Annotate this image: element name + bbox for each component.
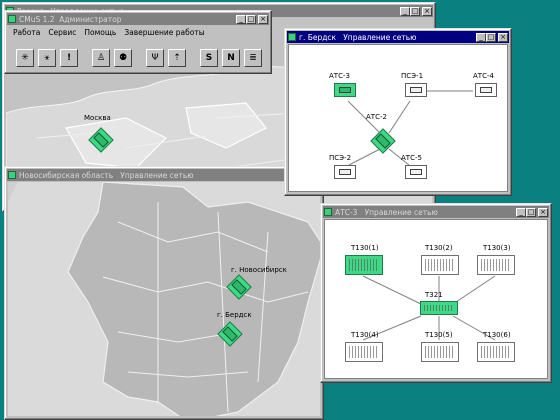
close-button[interactable]: ×: [538, 207, 548, 217]
list-icon[interactable]: ≣: [244, 49, 262, 67]
node-label-ats5: АТС-5: [401, 154, 422, 162]
node-pse1-icon[interactable]: [405, 83, 427, 97]
maximize-button[interactable]: □: [410, 6, 420, 16]
rack-t321-icon[interactable]: [420, 301, 458, 315]
node-label-ats4: АТС-4: [473, 72, 494, 80]
node-label-pse1: ПСЭ-1: [401, 72, 424, 80]
close-button[interactable]: ×: [258, 14, 268, 24]
maximize-button[interactable]: □: [246, 14, 256, 24]
minimize-button[interactable]: _: [236, 14, 246, 24]
node-ats4-icon[interactable]: [475, 83, 497, 97]
rack-label-t130-4: T130(4): [351, 331, 379, 339]
menu-exit[interactable]: Завершение работы: [124, 28, 204, 37]
menu-help[interactable]: Помощь: [84, 28, 116, 37]
rack-t130-1-icon[interactable]: [345, 255, 383, 275]
ats3-equipment-diagram[interactable]: T130(1) T130(2) T130(3) T321 T130(4) T13…: [324, 219, 548, 379]
maximize-button[interactable]: □: [526, 207, 536, 217]
rack-t130-3-icon[interactable]: [477, 255, 515, 275]
minimize-button[interactable]: _: [516, 207, 526, 217]
close-button[interactable]: ×: [422, 6, 432, 16]
titlebar-ats3[interactable]: АТС-3 Управление сетью _ □ ×: [323, 206, 549, 218]
window-cmus[interactable]: CMuS 1.2 Администратор _ □ × Работа Серв…: [4, 10, 272, 74]
window-title-ats3: АТС-3 Управление сетью: [335, 207, 438, 217]
rack-t130-5-icon[interactable]: [421, 342, 459, 362]
network-app-icon: [8, 171, 16, 179]
rack-label-t130-2: T130(2): [425, 244, 453, 252]
node-ats5-icon[interactable]: [405, 165, 427, 179]
window-title-berdsk: г. Бердск Управление сетью: [299, 32, 417, 42]
network-app-icon: [324, 208, 332, 216]
window-title-novosibirsk: Новосибирская область Управление сетью: [19, 170, 194, 180]
rack-t130-6-icon[interactable]: [477, 342, 515, 362]
network-hub-icon[interactable]: ⚹: [38, 49, 56, 67]
app-icon: [8, 15, 16, 23]
rack-t130-4-icon[interactable]: [345, 342, 383, 362]
berdsk-network-diagram[interactable]: АТС-3 ПСЭ-1 АТС-4 АТС-2 ПСЭ-2 АТС-5: [288, 44, 508, 192]
novosibirsk-map-area[interactable]: г. Новосибирск г. Бердск: [8, 182, 320, 416]
rack-label-t130-1: T130(1): [351, 244, 379, 252]
n-box-icon[interactable]: N: [222, 49, 240, 67]
titlebar-cmus[interactable]: CMuS 1.2 Администратор _ □ ×: [7, 13, 269, 25]
antenna-cross-icon[interactable]: ✳: [16, 49, 34, 67]
moscow-label: Москва: [84, 114, 111, 122]
antenna-icon[interactable]: Ψ: [146, 49, 164, 67]
close-button[interactable]: ×: [498, 32, 508, 42]
window-title-cmus: CMuS 1.2 Администратор: [19, 14, 122, 24]
s-box-icon[interactable]: S: [200, 49, 218, 67]
rack-t130-2-icon[interactable]: [421, 255, 459, 275]
novosibirsk-map: [8, 182, 320, 416]
novosibirsk-label: г. Новосибирск: [231, 266, 287, 274]
person-icon[interactable]: ♙: [92, 49, 110, 67]
menu-service[interactable]: Сервис: [48, 28, 76, 37]
minimize-button[interactable]: _: [476, 32, 486, 42]
network-app-icon: [288, 33, 296, 41]
minimize-button[interactable]: _: [400, 6, 410, 16]
rack-label-t130-5: T130(5): [425, 331, 453, 339]
titlebar-berdsk[interactable]: г. Бердск Управление сетью _ □ ×: [287, 31, 509, 43]
berdsk-links: [347, 90, 473, 166]
arrow-up-icon[interactable]: ⇡: [168, 49, 186, 67]
node-label-pse2: ПСЭ-2: [329, 154, 352, 162]
titlebar-novosibirsk[interactable]: Новосибирская область Управление сетью: [7, 169, 321, 181]
menu-work[interactable]: Работа: [13, 28, 40, 37]
window-ats3[interactable]: АТС-3 Управление сетью _ □ × T130(1) T13…: [320, 203, 552, 383]
window-berdsk[interactable]: г. Бердск Управление сетью _ □ × АТС-3 П…: [284, 28, 512, 196]
node-pse2-icon[interactable]: [334, 165, 356, 179]
toolbar: ✳ ⚹ ! ♙ ⚉ Ψ ⇡ S N ≣: [8, 41, 268, 75]
node-ats3-icon[interactable]: [334, 83, 356, 97]
rack-label-t130-6: T130(6): [483, 331, 511, 339]
berdsk-label: г. Бердск: [217, 311, 252, 319]
node-label-ats3: АТС-3: [329, 72, 350, 80]
multiple-persons-icon[interactable]: ⚉: [114, 49, 132, 67]
node-label-ats2: АТС-2: [366, 113, 387, 121]
window-novosibirsk[interactable]: Новосибирская область Управление сетью г…: [4, 166, 324, 420]
maximize-button[interactable]: □: [486, 32, 496, 42]
exclamation-icon[interactable]: !: [60, 49, 78, 67]
rack-label-t321: T321: [425, 291, 443, 299]
menubar: Работа Сервис Помощь Завершение работы: [8, 26, 268, 38]
rack-label-t130-3: T130(3): [483, 244, 511, 252]
